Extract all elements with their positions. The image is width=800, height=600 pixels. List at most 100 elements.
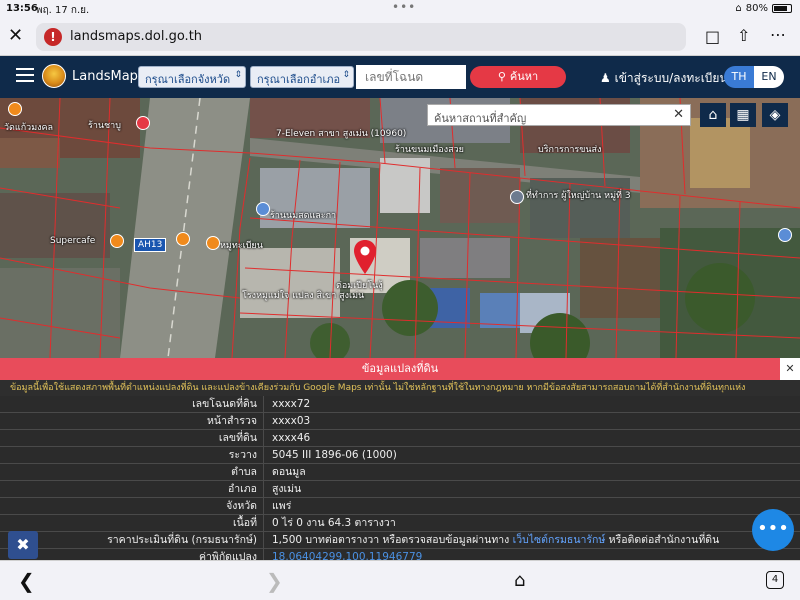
table-row: จังหวัด แพร่ <box>0 498 800 515</box>
wifi-icon: ⌂ <box>735 3 742 14</box>
multitask-dots-icon[interactable]: ••• <box>392 0 416 14</box>
restaurant-icon[interactable] <box>206 236 220 250</box>
cafe-icon[interactable] <box>176 232 190 246</box>
status-time: 13:56 <box>6 3 38 14</box>
bookmark-icon[interactable]: □ <box>705 27 720 46</box>
disclaimer-notice: ข้อมูลนี้เพื่อใช้แสดงสภาพพื้นที่ตำแหน่งแ… <box>0 380 800 396</box>
row-value: แพร่ <box>272 500 292 512</box>
login-label: เข้าสู่ระบบ/ลงทะเบียน <box>614 71 728 85</box>
browser-bottom-toolbar: ❮ ❯ ⌂ 4 <box>0 560 800 600</box>
row-key: เลขโฉนดที่ดิน <box>0 396 264 412</box>
poi-marker-icon[interactable] <box>778 228 792 242</box>
treasury-website-link[interactable]: เว็บไซต์กรมธนารักษ์ <box>513 534 606 546</box>
parcel-info-header: ข้อมูลแปลงที่ดิน ✕ <box>0 358 800 380</box>
poi-label[interactable]: ที่ทำการ ผู้ใหญ่บ้าน หมู่ที่ 3 <box>526 188 631 202</box>
place-search-input[interactable]: ค้นหาสถานที่สำคัญ ✕ <box>427 104 691 126</box>
chevron-updown-icon: ⇕ <box>234 70 242 80</box>
table-row: ตำบล ดอนมูล <box>0 464 800 481</box>
poi-label[interactable]: ต่อมเปียโนงุ้ <box>336 278 383 292</box>
restaurant-icon[interactable] <box>8 102 22 116</box>
url-text[interactable]: landsmaps.dol.go.th <box>70 29 202 44</box>
search-button[interactable]: ⚲ ค้นหา <box>470 66 566 88</box>
clear-icon[interactable]: ✕ <box>673 107 684 122</box>
deed-number-input[interactable] <box>356 65 466 89</box>
home-map-icon[interactable]: ⌂ <box>700 103 726 127</box>
row-key: ตำบล <box>0 464 264 480</box>
lang-th-button[interactable]: TH <box>724 66 754 88</box>
close-panel-icon[interactable]: ✕ <box>780 358 800 380</box>
row-value: สูงเม่น <box>272 483 302 495</box>
place-search-placeholder: ค้นหาสถานที่สำคัญ <box>434 112 527 125</box>
row-value: xxxx72 <box>272 398 311 410</box>
more-actions-button[interactable]: ••• <box>752 509 794 551</box>
row-value: xxxx46 <box>272 432 311 444</box>
row-key: ระวาง <box>0 447 264 463</box>
panel-title: ข้อมูลแปลงที่ดิน <box>361 362 439 375</box>
battery-icon <box>772 4 792 13</box>
browser-url-bar: ✕ ! landsmaps.dol.go.th □ ⇧ ⋯ <box>0 18 800 56</box>
parcel-info-table: เลขโฉนดที่ดิน xxxx72 หน้าสำรวจ xxxx03 เล… <box>0 396 800 563</box>
poi-marker-icon[interactable] <box>256 202 270 216</box>
measure-tool-icon[interactable]: ✖ <box>8 531 38 559</box>
table-row: เลขโฉนดที่ดิน xxxx72 <box>0 396 800 413</box>
brand-name: LandsMaps <box>72 69 145 84</box>
department-logo <box>42 64 66 88</box>
search-button-label: ค้นหา <box>509 70 539 83</box>
menu-icon[interactable] <box>16 68 34 82</box>
user-icon: ♟ <box>600 71 611 85</box>
lang-en-button[interactable]: EN <box>754 66 784 88</box>
poi-label[interactable]: Supercafe <box>50 236 95 246</box>
tabs-button[interactable]: 4 <box>766 571 784 589</box>
government-icon[interactable] <box>510 190 524 204</box>
province-select-label: กรุณาเลือกจังหวัด <box>145 73 231 86</box>
row-key: ราคาประเมินที่ดิน (กรมธนารักษ์) <box>0 532 264 548</box>
row-key: เลขที่ดิน <box>0 430 264 446</box>
district-select-label: กรุณาเลือกอำเภอ <box>257 73 341 86</box>
site-warning-icon[interactable]: ! <box>44 28 62 46</box>
search-icon: ⚲ <box>497 70 506 83</box>
table-row: อำเภอ สูงเม่น <box>0 481 800 498</box>
row-value: ดอนมูล <box>272 466 306 478</box>
province-select[interactable]: กรุณาเลือกจังหวัด ⇕ <box>138 66 246 88</box>
road-marker: AH13 <box>134 238 167 252</box>
more-options-icon[interactable]: ⋯ <box>770 25 786 44</box>
satellite-map[interactable]: วัดแก้วมงคล ร้านชาบู 7-Eleven สาขา สูงเม… <box>0 98 800 358</box>
table-row: ระวาง 5045 III 1896-06 (1000) <box>0 447 800 464</box>
login-link[interactable]: ♟ เข้าสู่ระบบ/ลงทะเบียน <box>600 69 728 88</box>
price-text: 1,500 บาทต่อตารางวา หรือตรวจสอบข้อมูลผ่า… <box>272 534 510 546</box>
grid-icon[interactable]: ▦ <box>730 103 756 127</box>
poi-label[interactable]: บริการการขนส่ง <box>538 142 601 156</box>
location-pin-icon[interactable] <box>354 240 376 274</box>
status-date: พฤ. 17 ก.ย. <box>36 5 90 16</box>
table-row: หน้าสำรวจ xxxx03 <box>0 413 800 430</box>
table-row: เลขที่ดิน xxxx46 <box>0 430 800 447</box>
row-key: เนื้อที่ <box>0 515 264 531</box>
close-icon[interactable]: ✕ <box>8 26 23 46</box>
app-header: LandsMaps กรุณาเลือกจังหวัด ⇕ กรุณาเลือก… <box>0 56 800 98</box>
row-value: 1,500 บาทต่อตารางวา หรือตรวจสอบข้อมูลผ่า… <box>272 532 719 548</box>
table-row: เนื้อที่ 0 ไร่ 0 งาน 64.3 ตารางวา <box>0 515 800 532</box>
row-value: 0 ไร่ 0 งาน 64.3 ตารางวา <box>272 517 396 529</box>
share-icon[interactable]: ⇧ <box>737 26 750 45</box>
price-text-suffix: หรือติดต่อสำนักงานที่ดิน <box>608 534 720 546</box>
battery-percent: 80% <box>745 3 768 14</box>
poi-label[interactable]: วัดแก้วมงคล <box>4 120 53 134</box>
shop-icon[interactable] <box>136 116 150 130</box>
chevron-updown-icon: ⇕ <box>342 70 350 80</box>
row-key: หน้าสำรวจ <box>0 413 264 429</box>
back-icon[interactable]: ❮ <box>18 569 35 593</box>
cafe-icon[interactable] <box>110 234 124 248</box>
poi-label[interactable]: หมูทะเบียน <box>220 238 263 252</box>
poi-label[interactable]: 7-Eleven สาขา สูงเม่น (10960) <box>276 126 406 140</box>
poi-label[interactable]: ร้านชาบู <box>88 118 121 132</box>
row-key: จังหวัด <box>0 498 264 514</box>
district-select[interactable]: กรุณาเลือกอำเภอ ⇕ <box>250 66 354 88</box>
row-value: xxxx03 <box>272 415 311 427</box>
forward-icon[interactable]: ❯ <box>266 569 283 593</box>
home-icon[interactable]: ⌂ <box>514 570 525 591</box>
poi-label[interactable]: ร้านขนมเมืองสวย <box>395 142 464 156</box>
poi-label[interactable]: ร้านนมสดและกา <box>270 208 336 222</box>
layers-icon[interactable]: ◈ <box>762 103 788 127</box>
table-row: ราคาประเมินที่ดิน (กรมธนารักษ์) 1,500 บา… <box>0 532 800 549</box>
status-right: ⌂ 80% <box>735 3 792 14</box>
